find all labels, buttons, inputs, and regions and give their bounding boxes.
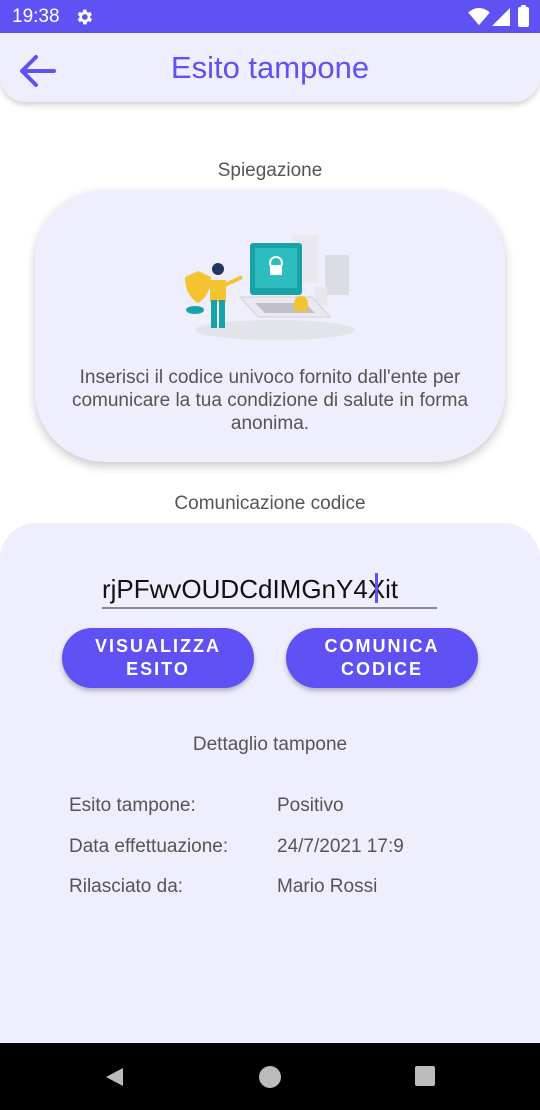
detail-row-result: Esito tampone: Positivo [69, 795, 489, 819]
detail-row-date: Data effettuazione: 24/7/2021 17:9 [69, 836, 489, 860]
navigation-bar [0, 1043, 540, 1110]
explanation-text: Inserisci il codice univoco fornito dall… [71, 367, 469, 434]
send-code-label: COMUNICA CODICE [324, 636, 440, 679]
detail-key: Data effettuazione: [69, 836, 229, 857]
details-label: Dettaglio tampone [192, 734, 348, 755]
detail-value: Mario Rossi [277, 876, 378, 897]
detail-value: Positivo [277, 795, 344, 816]
code-panel: VISUALIZZA ESITO COMUNICA CODICE Dettagl… [0, 523, 540, 1043]
app-bar: Esito tampone [0, 33, 540, 102]
detail-key: Rilasciato da: [69, 876, 184, 897]
code-section-label: Comunicazione codice [174, 493, 366, 514]
explanation-label: Spiegazione [217, 160, 323, 181]
cell-signal-icon [492, 8, 510, 26]
status-bar: 19:38 [0, 0, 540, 33]
nav-home-icon[interactable] [259, 1066, 281, 1088]
view-result-button[interactable]: VISUALIZZA ESITO [62, 628, 254, 688]
send-code-button[interactable]: COMUNICA CODICE [286, 628, 478, 688]
explanation-card: Inserisci il codice univoco fornito dall… [35, 190, 505, 462]
code-input[interactable] [102, 571, 437, 609]
wifi-icon [468, 8, 490, 26]
detail-value: 24/7/2021 17:9 [277, 836, 404, 857]
detail-row-issuer: Rilasciato da: Mario Rossi [69, 876, 489, 900]
page-title: Esito tampone [170, 50, 370, 85]
view-result-label: VISUALIZZA ESITO [95, 636, 221, 679]
detail-key: Esito tampone: [69, 795, 196, 816]
status-time: 19:38 [12, 6, 60, 27]
gear-icon [77, 9, 93, 25]
security-illustration [185, 235, 355, 340]
battery-icon [518, 5, 529, 27]
nav-recents-icon[interactable] [415, 1066, 435, 1086]
text-caret [375, 573, 378, 603]
nav-back-icon[interactable] [103, 1066, 125, 1088]
